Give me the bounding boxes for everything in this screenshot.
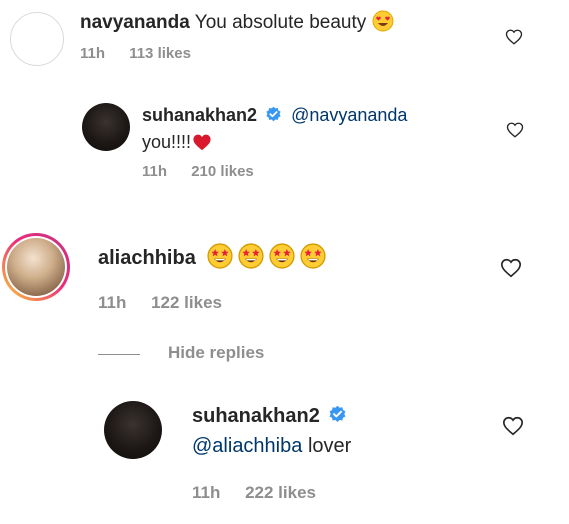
timestamp: 11h	[80, 45, 106, 62]
reply-suhanakhan2-1: suhanakhan2 @navyananda you!!!! 11h 210 …	[0, 95, 569, 190]
comment-aliachhiba: aliachhiba 11h 122 likes	[0, 225, 569, 325]
likes-count[interactable]: 210 likes	[191, 163, 254, 180]
hide-replies-label[interactable]: Hide replies	[168, 343, 264, 363]
like-heart-icon[interactable]	[505, 28, 523, 46]
star-struck-emoji	[238, 243, 264, 275]
reply-text-line: @aliachhiba lover	[192, 435, 351, 458]
comment-meta: 11h 222 likes	[192, 483, 336, 503]
reply-header: suhanakhan2 @navyananda	[142, 105, 407, 126]
star-struck-emoji-group	[207, 243, 331, 269]
star-struck-emoji	[207, 243, 233, 275]
comment-meta: 11h 210 likes	[142, 163, 274, 180]
like-heart-icon[interactable]	[500, 257, 522, 279]
likes-count[interactable]: 222 likes	[245, 483, 316, 502]
likes-count[interactable]: 122 likes	[151, 293, 222, 312]
comment-text: You absolute beauty	[194, 12, 367, 33]
username[interactable]: aliachhiba	[98, 247, 196, 269]
verified-badge-icon	[266, 106, 281, 122]
verified-badge-icon	[329, 405, 346, 423]
likes-count[interactable]: 113 likes	[129, 45, 191, 62]
comment-body: aliachhiba	[98, 243, 331, 275]
divider-line	[98, 354, 140, 355]
timestamp: 11h	[142, 163, 168, 180]
timestamp: 11h	[192, 483, 221, 502]
reply-text-line: you!!!!	[142, 132, 215, 156]
comment-meta: 11h 122 likes	[98, 293, 242, 313]
username[interactable]: suhanakhan2	[142, 105, 257, 125]
heart-eyes-emoji	[372, 10, 394, 38]
reply-suhanakhan2-2: suhanakhan2 @aliachhiba lover 11h 222 li…	[0, 395, 569, 515]
star-struck-emoji	[269, 243, 295, 275]
avatar[interactable]	[10, 12, 64, 66]
username[interactable]: suhanakhan2	[192, 405, 320, 427]
timestamp: 11h	[98, 293, 127, 312]
username[interactable]: navyananda	[80, 12, 190, 33]
comment-text: you!!!!	[142, 132, 192, 152]
star-struck-emoji	[300, 243, 326, 275]
like-heart-icon[interactable]	[506, 121, 524, 139]
comment-text: lover	[307, 435, 352, 457]
mention-link[interactable]: @aliachhiba	[192, 435, 302, 457]
comment-navyananda: navyananda You absolute beauty 11h 113 l…	[0, 0, 569, 75]
reply-header: suhanakhan2	[192, 405, 351, 428]
avatar-story-ring[interactable]	[2, 233, 70, 301]
avatar	[7, 238, 65, 296]
comment-body: navyananda You absolute beauty	[80, 10, 397, 38]
red-heart-emoji	[192, 133, 212, 156]
avatar[interactable]	[104, 401, 162, 459]
like-heart-icon[interactable]	[502, 415, 524, 437]
comment-meta: 11h 113 likes	[80, 45, 211, 62]
avatar[interactable]	[82, 103, 130, 151]
mention-link[interactable]: @navyananda	[291, 105, 407, 125]
